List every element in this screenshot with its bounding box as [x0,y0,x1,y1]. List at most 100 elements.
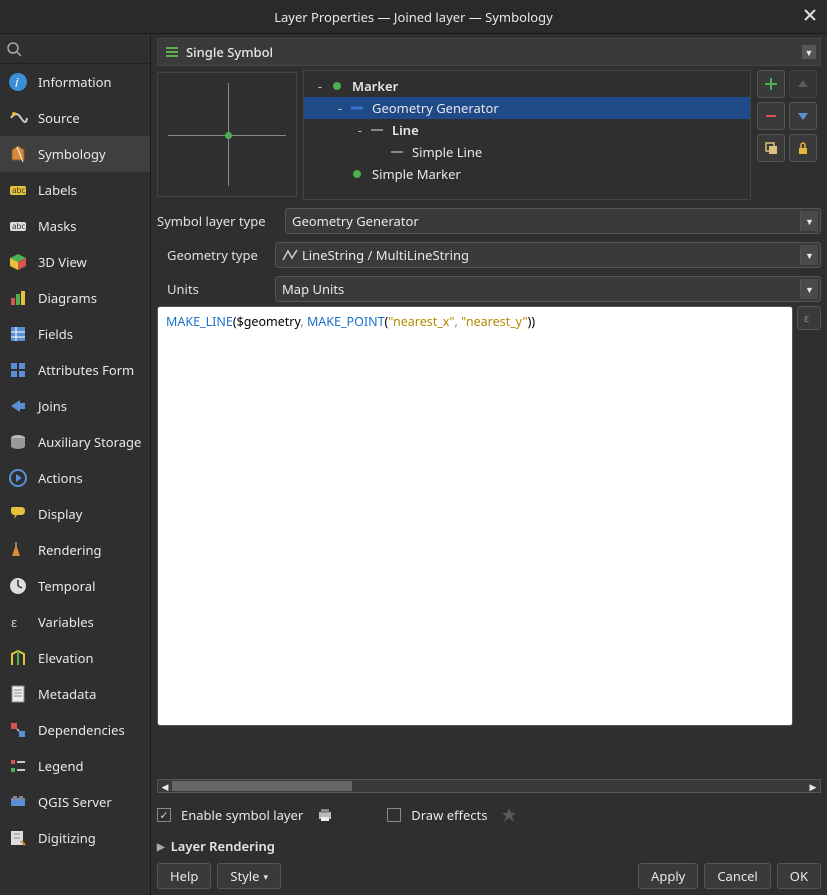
svg-text:ε: ε [11,613,17,631]
tree-item-geometry-generator[interactable]: -Geometry Generator [304,97,750,119]
linestring-icon [282,248,298,262]
duplicate-layer-button[interactable] [757,134,785,162]
tree-expander[interactable]: - [334,99,346,117]
display-icon [6,502,30,526]
sidebar-item-label: Actions [38,469,83,487]
chevron-down-icon: ▼ [800,245,818,265]
add-layer-button[interactable] [757,70,785,98]
tree-item-marker[interactable]: -Marker [304,75,750,97]
sidebar-item-diagrams[interactable]: Diagrams [0,280,150,316]
draw-effects-checkbox[interactable] [387,808,401,822]
expression-editor[interactable]: MAKE_LINE($geometry, MAKE_POINT("nearest… [157,306,793,726]
tree-expander[interactable]: - [354,121,366,139]
sidebar-item-label: Labels [38,181,77,199]
sidebar-item-label: Symbology [38,145,106,163]
digitizing-icon [6,826,30,850]
sidebar-item-3d-view[interactable]: 3D View [0,244,150,280]
source-icon [6,106,30,130]
sidebar-item-variables[interactable]: εVariables [0,604,150,640]
apply-button[interactable]: Apply [638,863,698,889]
style-button-label: Style [230,867,259,885]
help-button[interactable]: Help [157,863,211,889]
sidebar-item-actions[interactable]: Actions [0,460,150,496]
sidebar-item-labels[interactable]: abcLabels [0,172,150,208]
sidebar-item-qgis-server[interactable]: QGIS Server [0,784,150,820]
expr-token: MAKE_LINE [166,313,233,330]
sidebar-item-joins[interactable]: Joins [0,388,150,424]
enable-symbol-layer-checkbox[interactable] [157,808,171,822]
cancel-button-label: Cancel [717,867,757,885]
sidebar-item-auxiliary-storage[interactable]: Auxiliary Storage [0,424,150,460]
sidebar-item-label: Information [38,73,112,91]
elevation-icon [6,646,30,670]
sidebar-item-attributes-form[interactable]: Attributes Form [0,352,150,388]
search-row [0,34,150,64]
cancel-button[interactable]: Cancel [704,863,770,889]
sidebar-item-label: Metadata [38,685,96,703]
scroll-left-icon[interactable]: ◀ [158,780,172,792]
geometry-type-label: Geometry type [167,246,267,264]
chevron-down-icon: ▾ [263,870,268,883]
ok-button[interactable]: OK [777,863,821,889]
rendering-icon [6,538,30,562]
remove-layer-button[interactable] [757,102,785,130]
expression-builder-button[interactable]: ε [797,306,821,330]
line-blue-icon [350,101,364,115]
sidebar-item-rendering[interactable]: Rendering [0,532,150,568]
tree-item-simple-marker[interactable]: Simple Marker [304,163,750,185]
expr-token: MAKE_POINT [307,313,385,330]
sidebar-item-masks[interactable]: abcMasks [0,208,150,244]
sidebar-item-label: QGIS Server [38,793,112,811]
tree-item-label: Line [392,121,419,139]
sidebar-item-display[interactable]: Display [0,496,150,532]
geometry-type-combo[interactable]: LineString / MultiLineString ▼ [275,242,821,268]
enable-symbol-layer-label: Enable symbol layer [181,806,303,824]
sidebar-item-information[interactable]: iInformation [0,64,150,100]
content-panel: Single Symbol ▼ -Marker-Geometry Generat… [151,34,827,895]
horizontal-scrollbar[interactable]: ◀ ▶ [157,779,821,793]
symbol-tree[interactable]: -Marker-Geometry Generator-LineSimple Li… [303,70,751,200]
sidebar-item-digitizing[interactable]: Digitizing [0,820,150,856]
expr-token: , [300,313,307,330]
sidebar-item-source[interactable]: Source [0,100,150,136]
sidebar-item-label: Source [38,109,80,127]
tree-buttons [757,70,821,200]
sidebar-item-temporal[interactable]: Temporal [0,568,150,604]
units-label: Units [167,280,267,298]
print-icon[interactable] [313,803,337,827]
layer-rendering-header[interactable]: ▶ Layer Rendering [157,837,821,855]
line-icon [390,145,404,159]
units-combo[interactable]: Map Units ▼ [275,276,821,302]
tree-expander[interactable]: - [314,77,326,95]
draw-effects-label: Draw effects [411,806,487,824]
lock-layer-button[interactable] [789,134,817,162]
symbol-layer-type-combo[interactable]: Geometry Generator ▼ [285,208,821,234]
move-down-button[interactable] [789,102,817,130]
sidebar-item-label: Legend [38,757,84,775]
style-button[interactable]: Style ▾ [217,863,281,889]
sidebar-item-fields[interactable]: Fields [0,316,150,352]
help-button-label: Help [170,867,198,885]
symbol-type-selector[interactable]: Single Symbol ▼ [157,38,821,66]
tree-item-simple-line[interactable]: Simple Line [304,141,750,163]
units-value: Map Units [282,280,344,298]
sidebar-item-label: Fields [38,325,73,343]
sidebar-item-symbology[interactable]: Symbology [0,136,150,172]
sidebar-item-legend[interactable]: Legend [0,748,150,784]
dialog-button-row: Help Style ▾ Apply Cancel OK [157,863,821,889]
auxiliary-storage-icon [6,430,30,454]
scroll-right-icon[interactable]: ▶ [806,780,820,792]
move-up-button[interactable] [789,70,817,98]
tree-item-line[interactable]: - Line [304,119,750,141]
scroll-thumb[interactable] [172,781,352,791]
sidebar-item-metadata[interactable]: Metadata [0,676,150,712]
window-title: Layer Properties — Joined layer — Symbol… [274,8,553,26]
effects-star-icon[interactable] [497,803,521,827]
svg-text:ε: ε [804,311,809,325]
close-icon[interactable] [803,8,817,22]
masks-icon: abc [6,214,30,238]
sidebar-item-dependencies[interactable]: Dependencies [0,712,150,748]
tree-item-label: Simple Line [412,143,482,161]
sidebar-item-elevation[interactable]: Elevation [0,640,150,676]
sidebar-item-label: Temporal [38,577,95,595]
